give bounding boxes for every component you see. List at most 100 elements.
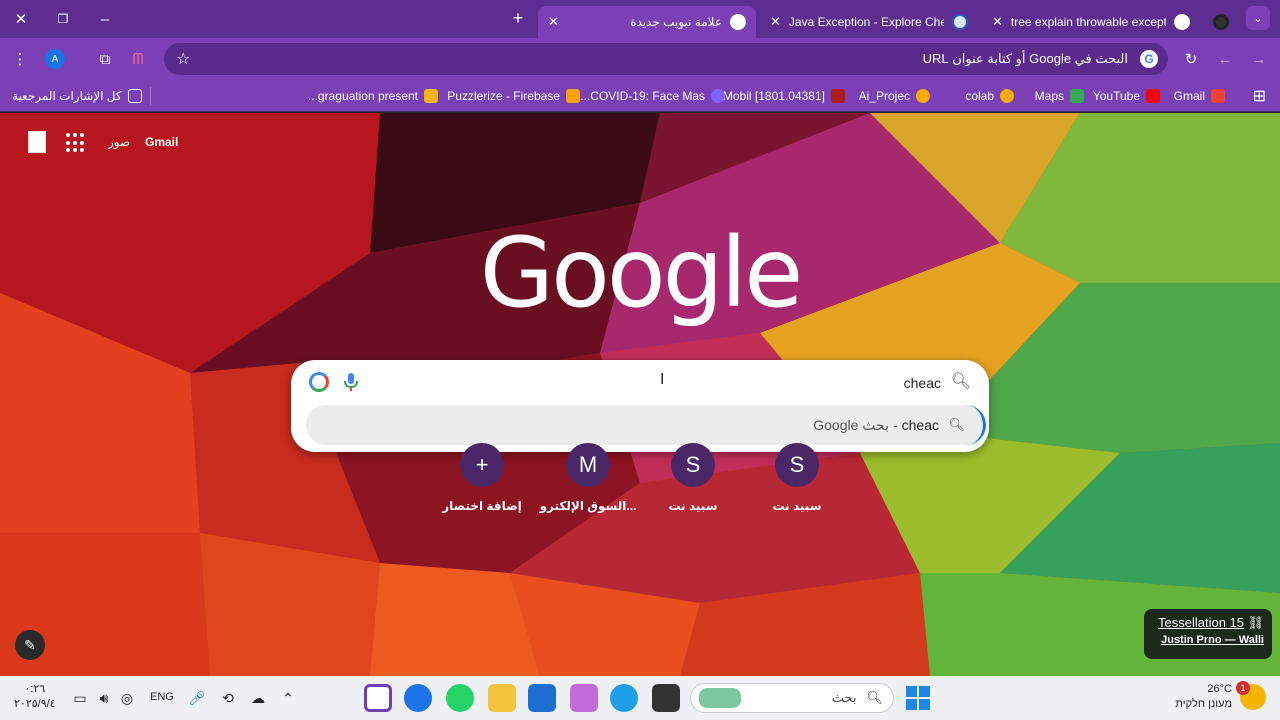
profile-avatar[interactable]: A — [45, 49, 65, 69]
toolbar: ⋮ A ⧉ ᗰ G البحث في Google أو كتابة عنوان… — [0, 38, 1280, 80]
minimize-window-button[interactable]: – — [84, 0, 126, 38]
close-window-button[interactable]: ✕ — [0, 0, 42, 38]
close-tab-icon[interactable]: ✕ — [992, 14, 1003, 30]
recording-icon[interactable]: ⟲ — [218, 688, 238, 708]
search-input[interactable]: cheac — [904, 375, 941, 391]
language-indicator[interactable]: ENG — [150, 691, 174, 703]
bookmark-graduation[interactable]: graguation present... — [308, 86, 438, 106]
profile-image[interactable] — [28, 131, 46, 153]
plus-icon: + — [460, 443, 504, 487]
tab-search-chevron-icon[interactable]: ⌄ — [1246, 6, 1270, 30]
bookmark-maps[interactable]: Maps — [1035, 86, 1084, 106]
attribution-title[interactable]: Tessellation 15 — [1152, 615, 1244, 630]
colab-icon — [1000, 89, 1014, 103]
shortcut-label: السوق الإلكترو... — [539, 499, 637, 513]
new-tab-button[interactable]: + — [506, 6, 530, 30]
shortcut-tile[interactable]: S سبيد نت — [643, 443, 743, 513]
clock-time: ٠:٢٦ — [24, 683, 46, 695]
google-g-icon: G — [1140, 50, 1158, 68]
notification-badge: 1 — [1236, 681, 1250, 695]
shortcut-tile[interactable]: M السوق الإلكترو... — [538, 443, 638, 513]
back-arrow-icon[interactable]: ← — [1213, 47, 1237, 71]
all-bookmarks-folder[interactable]: كل الإشارات المرجعية — [12, 86, 142, 106]
omnibox-placeholder: البحث في Google أو كتابة عنوان URL — [922, 51, 1128, 66]
bookmark-youtube[interactable]: YouTube — [1093, 86, 1160, 106]
background-attribution[interactable]: ⛓ Tessellation 15 Justin Prno — Walli — [1144, 609, 1272, 659]
google-lens-icon[interactable] — [309, 372, 329, 392]
restore-window-button[interactable]: ❐ — [42, 0, 84, 38]
tab-new-tab[interactable]: علامة تبويب جديدة ✕ — [538, 6, 756, 38]
add-shortcut-tile[interactable]: + إضافة اختصار — [432, 443, 532, 513]
bookmark-label: كل الإشارات المرجعية — [12, 89, 122, 103]
store-icon[interactable] — [528, 684, 556, 712]
text-cursor-icon: I — [660, 371, 665, 388]
app-icon[interactable] — [652, 684, 680, 712]
bookmark-covid[interactable]: COVID-19: Face Mas... — [580, 86, 725, 106]
network-icon[interactable]: ◎ — [117, 688, 137, 708]
maps-icon — [1070, 89, 1084, 103]
microphone-icon[interactable]: 🎤︎ — [187, 688, 207, 708]
extension-icon[interactable]: ᗰ — [126, 47, 150, 71]
bookmark-firebase[interactable]: Puzzlerize - Firebase — [447, 86, 580, 106]
google-logo: Google — [479, 217, 804, 329]
shortcut-icon: M — [566, 443, 610, 487]
extensions-icon[interactable]: ⧉ — [93, 47, 117, 71]
shortcut-label: إضافة اختصار — [442, 499, 522, 513]
bookmark-label: Ai_Projec — [858, 89, 910, 103]
search-suggestion[interactable]: cheac - بحث Google 🔍︎ — [306, 405, 986, 445]
colab-icon — [916, 89, 930, 103]
new-tab-page: صور Gmail Google cheac 🔍︎ cheac - بحث Go… — [0, 113, 1280, 676]
start-windows-icon[interactable] — [906, 686, 930, 710]
tab-java-exception[interactable]: Java Exception - Explore Checke ✕ — [760, 6, 978, 38]
bookmark-star-icon[interactable]: ☆ — [176, 49, 190, 69]
close-tab-icon[interactable]: ✕ — [548, 14, 559, 30]
app-icon[interactable] — [364, 684, 392, 712]
shortcut-label: سبيد نت — [668, 499, 718, 513]
tab-strip: ✕ ❐ – + علامة تبويب جديدة ✕ Java Excepti… — [0, 0, 1280, 38]
battery-icon[interactable]: ▭ — [70, 688, 90, 708]
bookmark-label: Puzzlerize - Firebase — [447, 89, 560, 103]
chrome-icon[interactable] — [404, 684, 432, 712]
taskbar-search[interactable]: 🔍︎ بحث — [690, 683, 894, 713]
attribution-author[interactable]: Justin Prno — Walli — [1152, 634, 1264, 646]
cloud-offline-icon[interactable]: ☁ — [248, 688, 268, 708]
google-apps-icon[interactable] — [66, 133, 86, 153]
search-box[interactable]: cheac 🔍︎ cheac - بحث Google 🔍︎ — [291, 360, 989, 452]
bookmark-colab[interactable]: colab — [965, 86, 1014, 106]
bookmarks-bar: ⊞ Gmail YouTube Maps colab Ai_Projec [18… — [0, 80, 1280, 112]
file-explorer-icon[interactable] — [488, 684, 516, 712]
weather-desc: מעונן חלקית — [1175, 698, 1232, 710]
gmail-link[interactable]: Gmail — [145, 135, 178, 149]
bookmark-gmail[interactable]: Gmail — [1174, 86, 1225, 106]
bookmark-label: COVID-19: Face Mas... — [580, 89, 705, 103]
bookmark-label: YouTube — [1092, 89, 1140, 103]
tab-pinned[interactable] — [1206, 6, 1236, 38]
reload-icon[interactable]: ↻ — [1179, 47, 1203, 71]
customize-pencil-icon[interactable]: ✎ — [15, 630, 45, 660]
images-link[interactable]: صور — [108, 135, 130, 149]
clock[interactable]: ٠:٢٦ ٢٠٢٥/٩/٤ — [14, 682, 56, 712]
forward-arrow-icon[interactable]: → — [1247, 47, 1271, 71]
edge-icon[interactable] — [610, 684, 638, 712]
search-icon: 🔍︎ — [948, 417, 965, 432]
folder-icon — [127, 89, 142, 103]
weather-widget[interactable]: 26°C מעונן חלקית — [1175, 682, 1232, 712]
volume-icon[interactable]: 🔊︎ — [94, 688, 114, 708]
menu-kebab-icon[interactable]: ⋮ — [8, 47, 32, 71]
tab-title: tree explain throwable exceptio — [1010, 15, 1166, 29]
voice-search-icon[interactable] — [343, 372, 359, 392]
chevron-up-icon[interactable]: ⌃ — [278, 688, 298, 708]
whatsapp-icon[interactable] — [446, 684, 474, 712]
bookmark-ai-projec[interactable]: Ai_Projec — [859, 86, 930, 106]
bookmark-arxiv[interactable]: [1801.04381] Mobil... — [713, 86, 845, 106]
close-tab-icon[interactable]: ✕ — [770, 14, 781, 30]
omnibox[interactable]: G البحث في Google أو كتابة عنوان URL ☆ — [164, 43, 1168, 75]
shortcut-tile[interactable]: S سبيد نت — [747, 443, 847, 513]
tab-tree-explain[interactable]: tree explain throwable exceptio ✕ — [982, 6, 1200, 38]
search-icon: 🔍︎ — [950, 373, 971, 390]
google-favicon-icon — [1174, 14, 1190, 30]
bookmark-label: colab — [965, 89, 994, 103]
apps-grid-icon[interactable]: ⊞ — [1253, 86, 1266, 106]
copilot-icon[interactable] — [570, 684, 598, 712]
clock-date: ٢٠٢٥/٩/٤ — [14, 698, 56, 710]
